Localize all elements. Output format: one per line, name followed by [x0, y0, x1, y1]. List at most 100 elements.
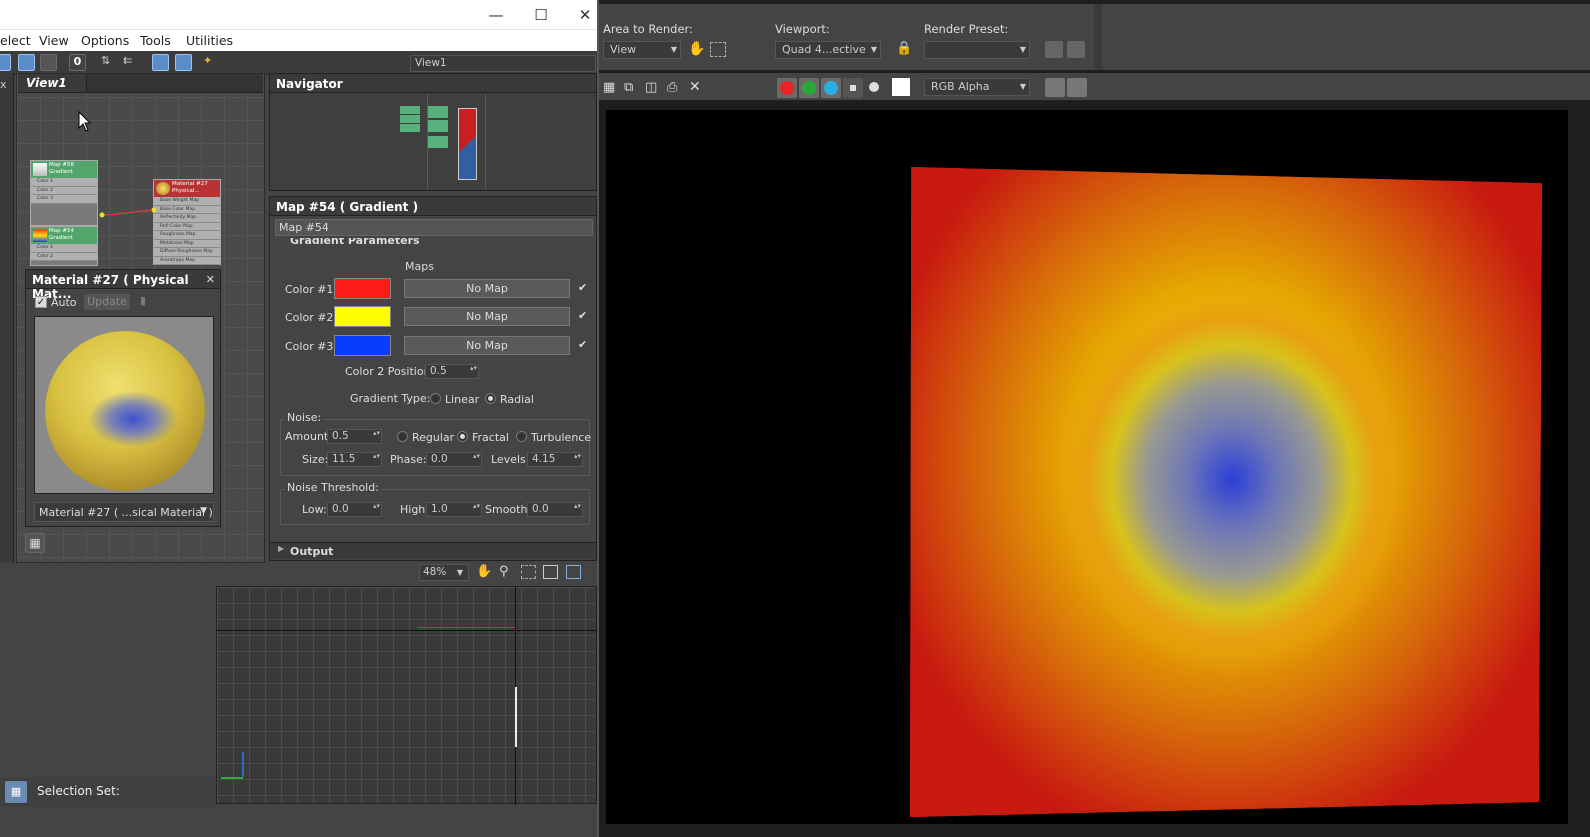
linear-radio[interactable]: [430, 393, 441, 404]
select-tool-icon[interactable]: [0, 54, 11, 71]
node-slot[interactable]: Color 2: [31, 252, 97, 261]
regular-radio[interactable]: [397, 431, 408, 442]
show-background-icon[interactable]: [175, 54, 192, 71]
node-slot[interactable]: Base Color Map: [154, 205, 220, 214]
node-slot[interactable]: Refl Color Map: [154, 222, 220, 231]
node-slot[interactable]: Color 2: [31, 186, 97, 195]
binoculars-icon[interactable]: ▦: [25, 533, 45, 553]
lock-icon[interactable]: ▮: [140, 294, 152, 308]
high-spinner[interactable]: 1.0: [426, 502, 482, 517]
node-slot[interactable]: Color 3: [31, 195, 97, 204]
close-browser-icon[interactable]: x: [0, 78, 7, 91]
view-select[interactable]: View1: [410, 55, 596, 72]
zoom-region-icon[interactable]: [521, 565, 536, 579]
alpha-channel-button[interactable]: [843, 78, 863, 98]
environment-effects-icon[interactable]: [1067, 41, 1085, 58]
clone-icon[interactable]: ◫: [645, 80, 657, 95]
zoom-icon[interactable]: ⚲: [499, 564, 509, 579]
color3-swatch[interactable]: [334, 335, 391, 356]
material-dropdown[interactable]: Material #27 ( ...sical Material ) ▼: [34, 502, 214, 522]
save-icon[interactable]: ▦: [603, 80, 615, 95]
color3-map-button[interactable]: No Map: [404, 336, 570, 355]
menu-select[interactable]: elect: [0, 33, 31, 48]
amount-spinner[interactable]: 0.5: [327, 429, 382, 444]
copy-icon[interactable]: ⧉: [624, 80, 633, 95]
assign-material-icon[interactable]: 0: [69, 54, 86, 71]
zoom-extents-selected-icon[interactable]: [566, 565, 581, 579]
radial-radio[interactable]: [485, 393, 496, 404]
output-rollout[interactable]: ▶ Output: [270, 542, 596, 559]
node-map-58[interactable]: Map #58 Gradient Color 1 Color 2 Color 3: [30, 160, 98, 226]
monochrome-button[interactable]: [869, 82, 879, 92]
clear-icon[interactable]: ✕: [689, 79, 701, 95]
node-slot[interactable]: Diffuse Roughness Map: [154, 248, 220, 257]
print-icon[interactable]: ⎙: [667, 80, 677, 95]
menu-tools[interactable]: Tools: [140, 33, 171, 48]
maps-label: Maps: [405, 260, 434, 273]
menu-options[interactable]: Options: [81, 33, 129, 48]
color1-map-button[interactable]: No Map: [404, 279, 570, 298]
view-tab[interactable]: View1: [26, 76, 67, 90]
node-slot[interactable]: Metalness Map: [154, 239, 220, 248]
menu-utilities[interactable]: Utilities: [186, 33, 233, 48]
node-slot[interactable]: Color 1: [31, 178, 97, 187]
node-slot[interactable]: Base Weight Map: [154, 197, 220, 206]
lay-out-icon[interactable]: ⇇: [123, 54, 140, 71]
chevron-down-icon: ▼: [1019, 45, 1026, 54]
color2-map-checkbox[interactable]: ✔: [578, 309, 587, 322]
render-setup-icon[interactable]: [1045, 41, 1063, 58]
color2-swatch[interactable]: [334, 306, 391, 327]
background-color-swatch[interactable]: [892, 78, 910, 96]
auto-checkbox[interactable]: ✓: [35, 296, 47, 308]
lock-icon[interactable]: 🔒: [896, 41, 912, 56]
area-to-render-dropdown[interactable]: View ▼: [603, 41, 681, 59]
pan-hand-icon[interactable]: ✋: [476, 564, 492, 579]
node-slot[interactable]: Reflectivity Map: [154, 214, 220, 223]
zoom-extents-icon[interactable]: [543, 565, 558, 579]
close-icon[interactable]: ✕: [570, 3, 600, 27]
pick-material-icon[interactable]: [18, 54, 35, 71]
close-icon[interactable]: ✕: [206, 273, 215, 286]
color1-swatch[interactable]: [334, 278, 391, 299]
node-slot[interactable]: Roughness Map: [154, 231, 220, 240]
zoom-dropdown[interactable]: 48% ▼: [419, 564, 469, 581]
toggle-ui-overlay-icon[interactable]: [1045, 78, 1065, 97]
update-button[interactable]: Update: [84, 294, 130, 310]
render-preset-dropdown[interactable]: ▼: [924, 41, 1030, 59]
turbulence-radio[interactable]: [516, 431, 527, 442]
show-map-icon[interactable]: [152, 54, 169, 71]
auto-region-icon[interactable]: [710, 42, 726, 57]
maximize-icon[interactable]: ☐: [526, 3, 556, 27]
node-map-54[interactable]: Map #54 Gradient Color 1 Color 2: [30, 226, 98, 266]
green-channel-button[interactable]: [799, 78, 819, 98]
move-children-icon[interactable]: ⇅: [101, 54, 118, 71]
menu-view[interactable]: View: [39, 33, 69, 48]
node-material-27[interactable]: Material #27 Physical... Base Weight Map …: [153, 179, 221, 265]
viewport-grid[interactable]: [216, 586, 598, 805]
toggle-ui-icon[interactable]: [1067, 78, 1087, 97]
node-slot[interactable]: Anisotropy Map: [154, 256, 220, 265]
selection-set-icon[interactable]: ▦: [5, 781, 27, 803]
smooth-spinner[interactable]: 0.0: [527, 502, 583, 517]
layout-all-icon[interactable]: ✦: [203, 54, 220, 71]
phase-spinner[interactable]: 0.0: [426, 452, 482, 467]
minimize-icon[interactable]: —: [481, 3, 511, 27]
color2-map-button[interactable]: No Map: [404, 307, 570, 326]
section-gradient-parameters[interactable]: Gradient Parameters: [290, 238, 420, 246]
blue-channel-button[interactable]: [821, 78, 841, 98]
levels-spinner[interactable]: 4.15: [527, 452, 583, 467]
low-spinner[interactable]: 0.0: [327, 502, 382, 517]
node-slot[interactable]: Color 1: [31, 244, 97, 253]
red-channel-button[interactable]: [777, 78, 797, 98]
put-material-icon[interactable]: [40, 54, 57, 71]
size-spinner[interactable]: 11.5: [327, 452, 382, 467]
map-name-field[interactable]: Map #54: [275, 219, 593, 236]
edit-region-icon[interactable]: ✋: [688, 41, 705, 57]
fractal-radio[interactable]: [457, 431, 468, 442]
color2-position-spinner[interactable]: 0.5: [425, 364, 479, 379]
material-browser-collapsed[interactable]: [0, 73, 14, 563]
channel-dropdown[interactable]: RGB Alpha ▼: [924, 78, 1030, 96]
viewport-dropdown[interactable]: Quad 4...ective ▼: [775, 41, 881, 59]
color3-map-checkbox[interactable]: ✔: [578, 338, 587, 351]
color1-map-checkbox[interactable]: ✔: [578, 281, 587, 294]
